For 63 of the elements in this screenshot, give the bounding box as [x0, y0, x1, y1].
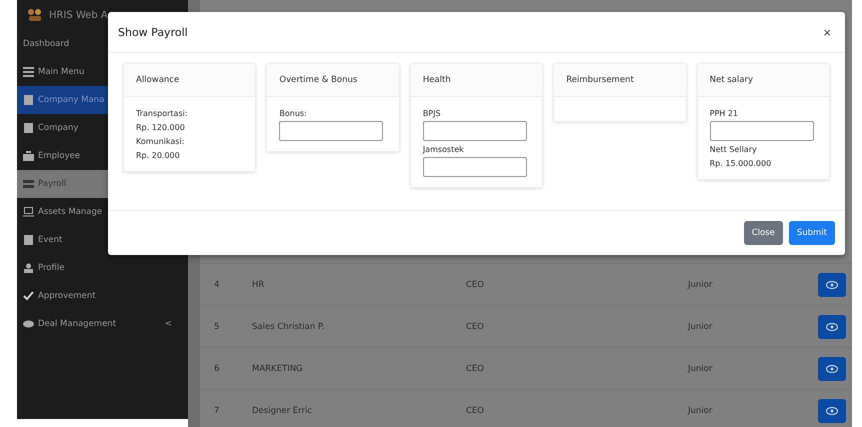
- card-text: Rp. 20.000: [136, 150, 181, 162]
- user-icon: [23, 263, 34, 273]
- sidebar-item[interactable]: Deal Management <: [17, 310, 188, 338]
- table-cell-text: 5: [213, 322, 220, 332]
- card-text: Bonus:: [279, 108, 308, 120]
- table-cell-text: Junior: [688, 280, 714, 290]
- table-cell-text: CEO: [466, 364, 485, 374]
- card-title: Allowance: [136, 75, 180, 85]
- logo-icon: [27, 8, 43, 22]
- eye-icon: [826, 406, 838, 414]
- submit-button[interactable]: Submit: [788, 221, 835, 245]
- table-cell-text: Junior: [688, 364, 714, 374]
- table-cell-text: 7: [213, 406, 220, 416]
- input-field[interactable]: [710, 121, 814, 141]
- card-title: Health: [422, 75, 451, 85]
- sidebar-item[interactable]: Approvement: [17, 282, 188, 310]
- building-icon: [23, 235, 34, 245]
- briefcase-icon: [23, 151, 34, 161]
- card-title: Overtime & Bonus: [279, 75, 358, 85]
- table-cell-text: Junior: [688, 322, 714, 332]
- table-cell-text: 4: [213, 280, 220, 290]
- dialog-title: Show Payroll: [118, 26, 188, 38]
- table-cell-text: Sales Christian P.: [252, 322, 326, 332]
- card-text: Rp. 120.000: [136, 122, 186, 134]
- table-cell-text: Junior: [688, 406, 714, 416]
- close-button[interactable]: Close: [744, 221, 783, 245]
- table-cell-text: MARKETING: [252, 364, 304, 374]
- card-text: Jamsostek: [422, 144, 465, 156]
- sidebar-item[interactable]: Event: [17, 226, 188, 254]
- eye-icon: [826, 322, 838, 330]
- laptop-icon: [23, 207, 34, 217]
- card-text: Komunikasi:: [136, 136, 186, 148]
- table-cell-text: CEO: [466, 322, 485, 332]
- app-title: HRIS Web A: [49, 10, 108, 20]
- list-icon: [23, 67, 34, 77]
- table-cell-text: CEO: [466, 406, 485, 416]
- eye-icon: [826, 280, 838, 288]
- building-icon: [23, 123, 34, 133]
- input-field[interactable]: [422, 157, 527, 177]
- sidebar-item[interactable]: Profile: [17, 254, 188, 282]
- table-cell-text: CEO: [466, 280, 485, 290]
- card-icon: [23, 179, 34, 189]
- card-title: Net salary: [710, 75, 753, 85]
- view-button[interactable]: [818, 272, 846, 296]
- sidebar-item[interactable]: Assets Manage: [17, 198, 188, 226]
- check-icon: [23, 291, 34, 301]
- card-text: PPH 21: [710, 108, 740, 120]
- card-text: Rp. 15.000.000: [710, 158, 772, 170]
- view-button[interactable]: [818, 314, 846, 338]
- view-button[interactable]: [818, 398, 846, 422]
- caret-icon: <: [164, 319, 172, 329]
- card-text: Nett Sellary: [710, 144, 758, 156]
- input-field[interactable]: [279, 121, 384, 141]
- card-text: BPJS: [422, 108, 442, 120]
- table-cell-text: 6: [213, 364, 220, 374]
- input-field[interactable]: [422, 121, 527, 141]
- view-button[interactable]: [818, 356, 846, 380]
- table-cell-text: HR: [252, 280, 266, 290]
- close-button[interactable]: ×: [821, 24, 833, 40]
- eye-icon: [826, 364, 838, 372]
- building-icon: [23, 95, 34, 105]
- card-title: Reimbursement: [566, 75, 634, 85]
- table-cell-text: Designer Erric: [252, 406, 314, 416]
